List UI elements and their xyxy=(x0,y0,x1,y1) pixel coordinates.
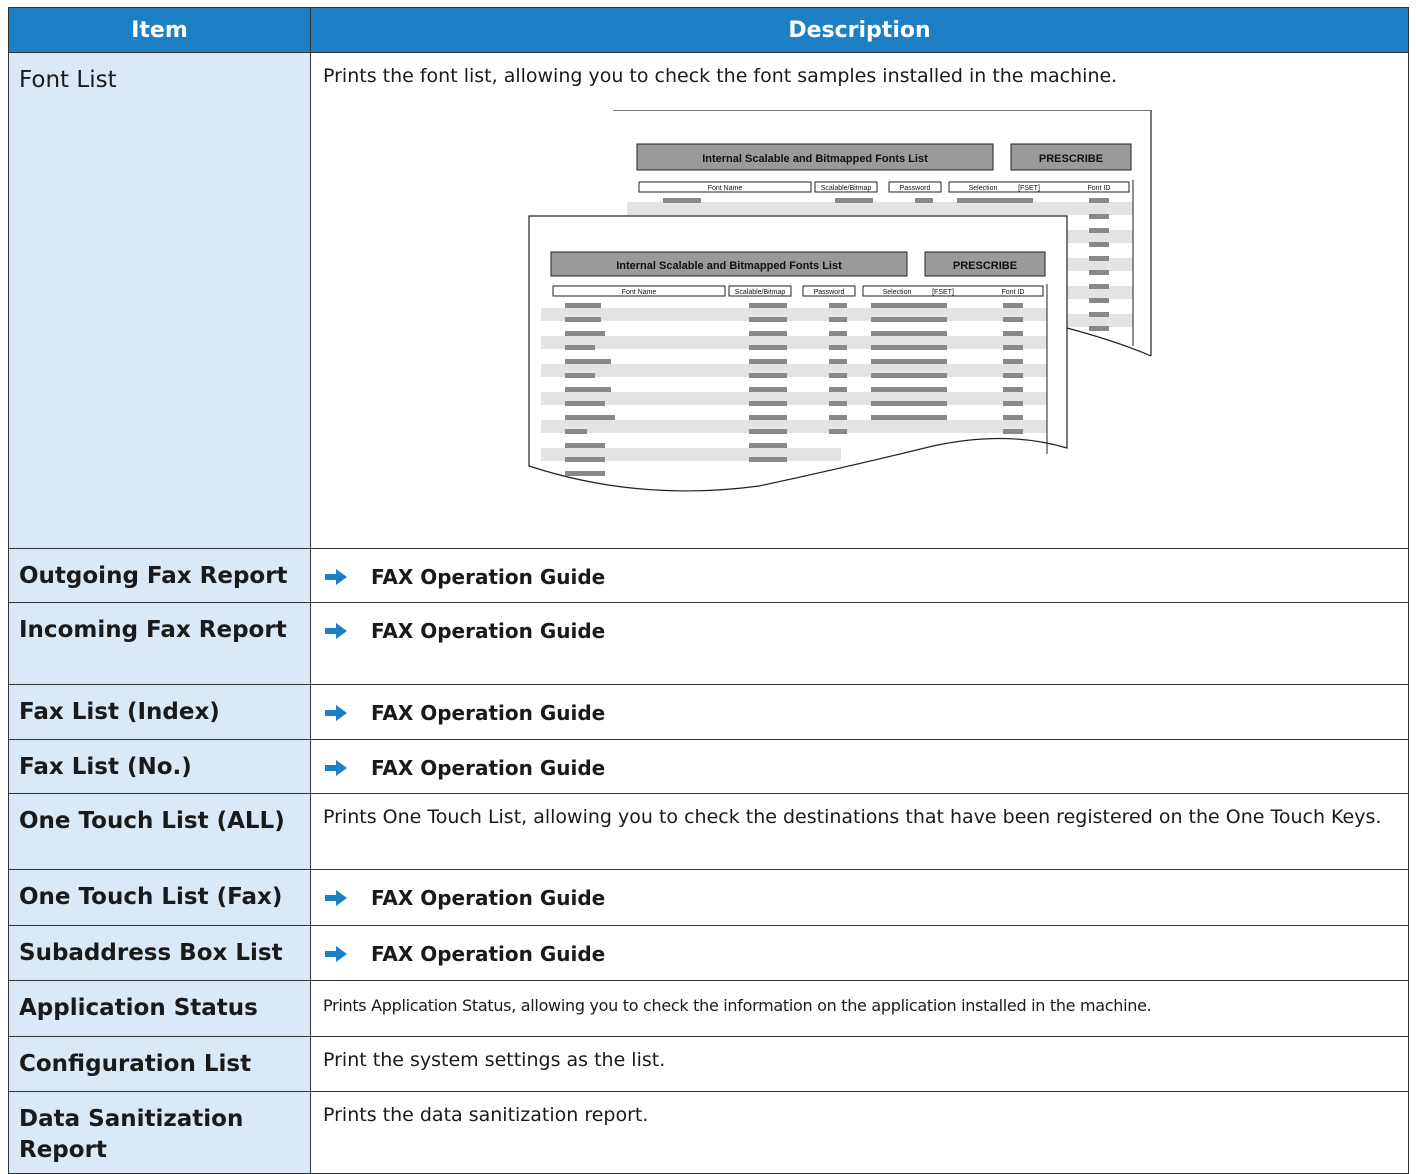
table-row: Data Sanitization Report Prints the data… xyxy=(8,1091,1409,1174)
guide-link[interactable]: FAX Operation Guide xyxy=(323,559,1396,591)
guide-link[interactable]: FAX Operation Guide xyxy=(323,695,1396,727)
table-row: Incoming Fax Report FAX Operation Guide xyxy=(8,602,1409,685)
guide-link[interactable]: FAX Operation Guide xyxy=(323,936,1396,968)
guide-link-label: FAX Operation Guide xyxy=(371,756,606,780)
front-banner-title: Internal Scalable and Bitmapped Fonts Li… xyxy=(616,260,842,272)
right-arrow-icon xyxy=(325,946,347,962)
item-cell: Outgoing Fax Report xyxy=(8,548,311,603)
right-arrow-icon xyxy=(325,890,347,906)
header-description: Description xyxy=(310,7,1409,53)
back-col-selection: Selection xyxy=(969,185,998,192)
front-col-password: Password xyxy=(814,289,845,296)
report-table: Item Description Font List Prints the fo… xyxy=(8,7,1409,1174)
description-text: Prints the font list, allowing you to ch… xyxy=(323,65,1118,87)
font-list-illustration: Internal Scalable and Bitmapped Fonts Li… xyxy=(528,109,1152,492)
front-col-fset: [FSET] xyxy=(932,289,954,296)
front-banner-tag: PRESCRIBE xyxy=(953,260,1017,272)
front-col-font-name: Font Name xyxy=(622,289,657,296)
guide-link-label: FAX Operation Guide xyxy=(371,701,606,725)
front-col-font-id: Font ID xyxy=(1002,289,1025,296)
right-arrow-icon xyxy=(325,760,347,776)
front-col-selection: Selection xyxy=(883,289,912,296)
table-row: One Touch List (Fax) FAX Operation Guide xyxy=(8,869,1409,926)
table-row: Application Status Prints Application St… xyxy=(8,980,1409,1037)
front-col-scalable: Scalable/Bitmap xyxy=(735,289,786,296)
description-cell: FAX Operation Guide xyxy=(310,684,1409,740)
item-cell: Incoming Fax Report xyxy=(8,602,311,685)
table-row: Fax List (No.) FAX Operation Guide xyxy=(8,739,1409,794)
item-cell: One Touch List (Fax) xyxy=(8,869,311,926)
table-row: One Touch List (ALL) Prints One Touch Li… xyxy=(8,793,1409,870)
back-banner-tag: PRESCRIBE xyxy=(1039,153,1103,165)
table-row: Fax List (Index) FAX Operation Guide xyxy=(8,684,1409,740)
back-col-font-id: Font ID xyxy=(1088,185,1111,192)
back-col-scalable: Scalable/Bitmap xyxy=(821,185,872,192)
description-cell: FAX Operation Guide xyxy=(310,602,1409,685)
guide-link-label: FAX Operation Guide xyxy=(371,886,606,910)
header-item: Item xyxy=(8,7,311,53)
table-row: Font List Prints the font list, allowing… xyxy=(8,52,1409,549)
table-row: Subaddress Box List FAX Operation Guide xyxy=(8,925,1409,981)
guide-link[interactable]: FAX Operation Guide xyxy=(323,613,1396,645)
item-cell: Configuration List xyxy=(8,1036,311,1092)
description-cell: Prints Application Status, allowing you … xyxy=(310,980,1409,1037)
item-cell: Subaddress Box List xyxy=(8,925,311,981)
item-cell: One Touch List (ALL) xyxy=(8,793,311,870)
item-cell: Data Sanitization Report xyxy=(8,1091,311,1174)
table-header-row: Item Description xyxy=(8,7,1409,53)
guide-link-label: FAX Operation Guide xyxy=(371,565,606,589)
description-cell: FAX Operation Guide xyxy=(310,925,1409,981)
back-banner-title: Internal Scalable and Bitmapped Fonts Li… xyxy=(702,153,928,165)
item-cell: Font List xyxy=(8,52,311,549)
description-cell: FAX Operation Guide xyxy=(310,869,1409,926)
guide-link[interactable]: FAX Operation Guide xyxy=(323,880,1396,912)
guide-link-label: FAX Operation Guide xyxy=(371,619,606,643)
right-arrow-icon xyxy=(325,569,347,585)
back-col-font-name: Font Name xyxy=(708,185,743,192)
guide-link-label: FAX Operation Guide xyxy=(371,942,606,966)
table-row: Configuration List Print the system sett… xyxy=(8,1036,1409,1092)
guide-link[interactable]: FAX Operation Guide xyxy=(323,750,1396,782)
right-arrow-icon xyxy=(325,705,347,721)
right-arrow-icon xyxy=(325,623,347,639)
back-col-password: Password xyxy=(900,185,931,192)
description-cell: Print the system settings as the list. xyxy=(310,1036,1409,1092)
description-cell: FAX Operation Guide xyxy=(310,548,1409,603)
description-cell: FAX Operation Guide xyxy=(310,739,1409,794)
table-row: Outgoing Fax Report FAX Operation Guide xyxy=(8,548,1409,603)
description-cell: Prints One Touch List, allowing you to c… xyxy=(310,793,1409,870)
description-cell: Prints the data sanitization report. xyxy=(310,1091,1409,1174)
back-col-fset: [FSET] xyxy=(1018,185,1040,192)
item-cell: Fax List (No.) xyxy=(8,739,311,794)
description-cell: Prints the font list, allowing you to ch… xyxy=(310,52,1409,549)
item-cell: Fax List (Index) xyxy=(8,684,311,740)
item-cell: Application Status xyxy=(8,980,311,1037)
